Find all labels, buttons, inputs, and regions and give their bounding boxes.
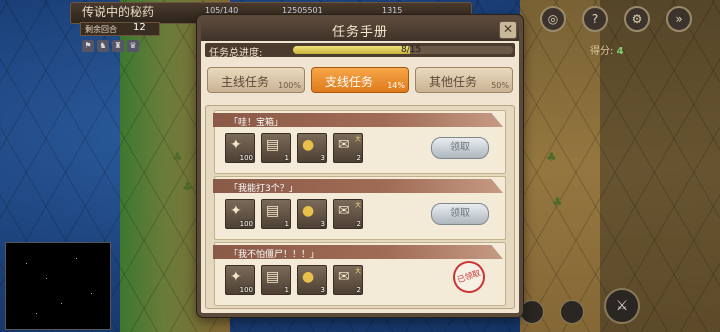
reward-item[interactable]: ● 3 [297, 199, 327, 229]
skip-icon[interactable]: » [666, 6, 692, 32]
level-title: 传说中的秘药 [82, 5, 155, 19]
resource-gold: 12505501 [282, 6, 323, 15]
quest-header: 「哇！宝箱」 [213, 113, 503, 127]
progress-text: 8/15 [401, 45, 422, 55]
score-value: 4 [616, 46, 624, 57]
quest-tabs: 主线任务 100% 支线任务 14% 其他任务 50% [207, 67, 513, 95]
reward-item[interactable]: ✉ 大 2 [333, 199, 363, 229]
action-icon[interactable] [560, 300, 584, 324]
quest-card: 「哇！宝箱」 ✦ 100 ▤ 1 ● 3 ✉ 大 2 领取 [213, 110, 506, 174]
close-button[interactable]: ✕ [499, 21, 517, 39]
reward-count: 1 [284, 220, 289, 228]
reward-count: 2 [356, 286, 361, 294]
reward-item[interactable]: ● 3 [297, 265, 327, 295]
reward-item[interactable]: ▤ 1 [261, 133, 291, 163]
scroll-icon: ▤ [266, 269, 280, 285]
quest-card: 「我不怕僵尸！！！」 ✦ 100 ▤ 1 ● 3 ✉ 大 2 已领取 [213, 242, 506, 306]
attack-sword-icon[interactable]: ⚔ [604, 288, 640, 324]
reward-count: 1 [284, 286, 289, 294]
unit-icon-row: ⚑ ♞ ♜ ♛ [82, 40, 139, 52]
tab-percent: 14% [387, 81, 405, 90]
reward-count: 100 [239, 286, 253, 294]
gem-icon: ✦ [230, 137, 242, 153]
progress-label: 任务总进度: [209, 48, 263, 59]
progress-fill [293, 46, 411, 54]
quest-header: 「我不怕僵尸！！！」 [213, 245, 503, 259]
reward-count: 2 [356, 154, 361, 162]
quest-card: 「我能打3个？」 ✦ 100 ▤ 1 ● 3 ✉ 大 2 领取 [213, 176, 506, 240]
quest-header: 「我能打3个？」 [213, 179, 503, 193]
gold-coins-icon: ● [302, 137, 315, 153]
cactus-icon: ♣ [172, 150, 183, 164]
quest-title: 「我能打3个？」 [229, 184, 298, 194]
gold-coins-icon: ● [302, 203, 315, 219]
tab-label: 主线任务 [220, 75, 269, 89]
score-display: 得分: 4 [590, 42, 624, 57]
tab-label: 支线任务 [324, 75, 373, 89]
reward-count: 100 [239, 220, 253, 228]
unit-icon[interactable]: ♜ [112, 40, 124, 52]
tab-side-quests[interactable]: 支线任务 14% [311, 67, 409, 93]
reward-list: ✦ 100 ▤ 1 ● 3 ✉ 大 2 [225, 265, 363, 295]
reward-tag: 大 [354, 202, 361, 209]
reward-list: ✦ 100 ▤ 1 ● 3 ✉ 大 2 [225, 133, 363, 163]
help-icon[interactable]: ? [582, 6, 608, 32]
map-scroll-icon: ✉ [338, 137, 350, 153]
gem-icon: ✦ [230, 269, 242, 285]
resource-energy: 105/140 [205, 6, 239, 15]
minimap[interactable] [5, 242, 111, 330]
reward-count: 1 [284, 154, 289, 162]
turn-value: 12 [133, 22, 146, 33]
quest-manual-dialog: 任务手册 ✕ 任务总进度: 8/15 主线任务 100% 支线任务 14% 其他… [197, 15, 523, 317]
reward-item[interactable]: ✦ 100 [225, 265, 255, 295]
unit-icon[interactable]: ⚑ [82, 40, 94, 52]
map-scroll-icon: ✉ [338, 203, 350, 219]
tab-other-quests[interactable]: 其他任务 50% [415, 67, 513, 93]
gold-coins-icon: ● [302, 269, 315, 285]
unit-icon[interactable]: ♛ [127, 40, 139, 52]
reward-item[interactable]: ✦ 100 [225, 199, 255, 229]
claim-button[interactable]: 领取 [431, 137, 489, 159]
reward-tag: 大 [354, 268, 361, 275]
reward-item[interactable]: ▤ 1 [261, 265, 291, 295]
reward-item[interactable]: ✉ 大 2 [333, 133, 363, 163]
reward-count: 3 [320, 286, 325, 294]
tab-label: 其他任务 [428, 75, 477, 89]
turn-counter: 剩余回合 [80, 22, 160, 36]
reward-count: 100 [239, 154, 253, 162]
reward-count: 3 [320, 220, 325, 228]
reward-count: 2 [356, 220, 361, 228]
scroll-icon: ▤ [266, 203, 280, 219]
cactus-icon: ♣ [546, 150, 557, 164]
reward-item[interactable]: ▤ 1 [261, 199, 291, 229]
claim-button[interactable]: 领取 [431, 203, 489, 225]
reward-item[interactable]: ● 3 [297, 133, 327, 163]
gem-icon: ✦ [230, 203, 242, 219]
quest-title: 「我不怕僵尸！！！」 [229, 250, 320, 260]
claimed-stamp: 已领取 [448, 256, 490, 298]
tab-main-quests[interactable]: 主线任务 100% [207, 67, 305, 93]
cactus-icon: ♣ [552, 195, 563, 209]
quest-list[interactable]: 「哇！宝箱」 ✦ 100 ▤ 1 ● 3 ✉ 大 2 领取 「我能打3个？」 ✦ 100 ▤… [205, 105, 515, 309]
cactus-icon: ♣ [182, 180, 193, 194]
reward-list: ✦ 100 ▤ 1 ● 3 ✉ 大 2 [225, 199, 363, 229]
menu-icon[interactable]: ◎ [540, 6, 566, 32]
tab-percent: 50% [491, 81, 509, 90]
settings-icon[interactable]: ⚙ [624, 6, 650, 32]
overall-progress: 任务总进度: 8/15 [205, 43, 515, 59]
reward-item[interactable]: ✦ 100 [225, 133, 255, 163]
map-scroll-icon: ✉ [338, 269, 350, 285]
turn-label: 剩余回合 [85, 25, 117, 34]
action-icon[interactable] [520, 300, 544, 324]
reward-item[interactable]: ✉ 大 2 [333, 265, 363, 295]
reward-tag: 大 [354, 136, 361, 143]
dialog-title: 任务手册 [331, 25, 388, 40]
quest-title: 「哇！宝箱」 [229, 118, 284, 128]
score-label: 得分: [590, 46, 614, 57]
scroll-icon: ▤ [266, 137, 280, 153]
reward-count: 3 [320, 154, 325, 162]
tab-percent: 100% [278, 81, 301, 90]
resource-gem: 1315 [382, 6, 403, 15]
unit-icon[interactable]: ♞ [97, 40, 109, 52]
